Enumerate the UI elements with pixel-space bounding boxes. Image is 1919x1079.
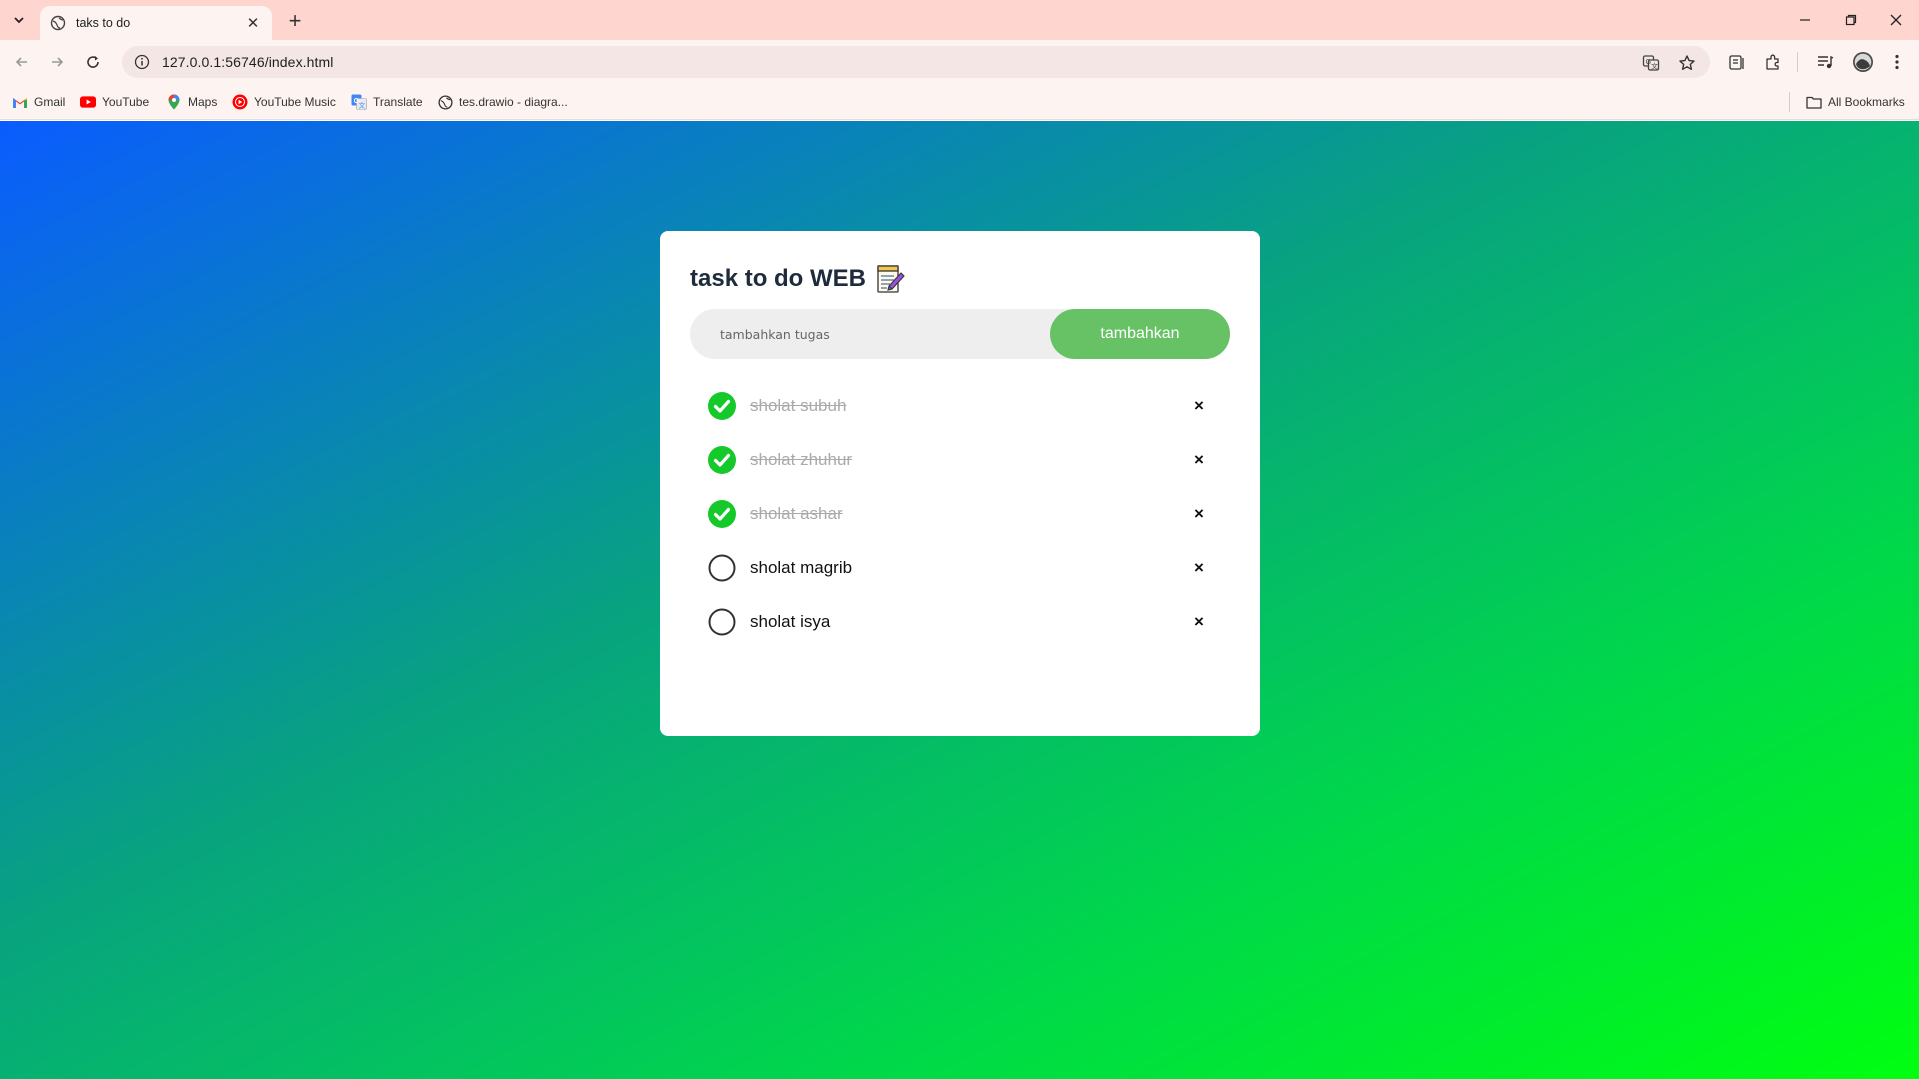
- browser-toolbar: 127.0.0.1:56746/index.html G文: [0, 40, 1919, 84]
- bookmark-star-icon[interactable]: [1678, 54, 1696, 72]
- browser-menu-icon[interactable]: [1888, 53, 1906, 71]
- task-item[interactable]: sholat zhuhur ×: [690, 433, 1230, 487]
- toolbar-separator: [1797, 52, 1798, 72]
- browser-tab-active[interactable]: taks to do ✕: [40, 6, 272, 40]
- bookmark-maps[interactable]: Maps: [166, 91, 217, 113]
- app-title-text: task to do WEB: [690, 265, 867, 292]
- close-icon: [1890, 14, 1902, 26]
- site-info-icon[interactable]: [134, 54, 150, 70]
- media-control-icon[interactable]: [1816, 53, 1834, 71]
- task-item[interactable]: sholat magrib ×: [690, 541, 1230, 595]
- notepad-icon: [876, 263, 906, 295]
- tab-title: taks to do: [76, 16, 131, 30]
- reading-list-icon[interactable]: [1728, 53, 1746, 71]
- bookmark-gmail[interactable]: Gmail: [12, 91, 65, 113]
- task-item[interactable]: sholat isya ×: [690, 595, 1230, 649]
- task-item[interactable]: sholat ashar ×: [690, 487, 1230, 541]
- extensions-icon[interactable]: [1764, 53, 1782, 71]
- svg-text:文: 文: [1651, 61, 1658, 70]
- add-task-form: tambahkan: [690, 309, 1230, 359]
- bookmark-label: YouTube: [102, 95, 150, 109]
- chevron-down-icon: [14, 17, 24, 24]
- task-label: sholat isya: [750, 612, 831, 631]
- url-text: 127.0.0.1:56746/index.html: [162, 54, 334, 70]
- task-label: sholat subuh: [750, 396, 847, 415]
- close-window-button[interactable]: [1873, 0, 1919, 40]
- bookmark-label: YouTube Music: [254, 95, 336, 109]
- address-bar[interactable]: 127.0.0.1:56746/index.html G文: [122, 46, 1710, 78]
- tab-strip: taks to do ✕ +: [0, 0, 1919, 40]
- task-input[interactable]: [690, 309, 1050, 359]
- restore-button[interactable]: [1828, 0, 1874, 40]
- checked-icon[interactable]: [708, 392, 736, 420]
- task-item[interactable]: sholat subuh ×: [690, 379, 1230, 433]
- minimize-button[interactable]: [1782, 0, 1828, 40]
- bookmarks-bar: Gmail YouTube Maps YouTube Music G文 Tran…: [0, 84, 1919, 120]
- translate-page-icon[interactable]: G文: [1642, 54, 1660, 72]
- reload-icon: [87, 56, 99, 68]
- task-list: sholat subuh × sholat zhuhur × sholat as…: [690, 379, 1230, 649]
- bookmark-youtube[interactable]: YouTube: [80, 91, 149, 113]
- arrow-left-icon: [15, 57, 27, 67]
- remove-task-button[interactable]: ×: [1188, 611, 1210, 633]
- svg-text:文: 文: [359, 100, 366, 109]
- maps-icon: [166, 94, 182, 110]
- bookmark-label: tes.drawio - diagra...: [459, 95, 568, 109]
- remove-task-button[interactable]: ×: [1188, 503, 1210, 525]
- reload-button[interactable]: [80, 49, 106, 75]
- page-background: task to do WEB tambahkan sholat su: [0, 121, 1919, 1079]
- all-bookmarks-button[interactable]: All Bookmarks: [1806, 91, 1905, 113]
- folder-icon: [1806, 94, 1822, 110]
- checked-icon[interactable]: [708, 446, 736, 474]
- new-tab-button[interactable]: +: [282, 8, 308, 34]
- task-label: sholat magrib: [750, 558, 853, 577]
- arrow-right-icon: [52, 57, 64, 67]
- tab-search-button[interactable]: [6, 8, 32, 32]
- bookmarks-separator: [1789, 92, 1790, 112]
- bookmark-translate[interactable]: G文 Translate: [351, 91, 423, 113]
- unchecked-circle-icon[interactable]: [708, 554, 736, 582]
- forward-button[interactable]: [44, 49, 70, 75]
- remove-task-button[interactable]: ×: [1188, 395, 1210, 417]
- tab-close-icon[interactable]: ✕: [244, 14, 262, 32]
- todo-card: task to do WEB tambahkan sholat su: [660, 231, 1260, 736]
- translate-icon: G文: [351, 94, 367, 110]
- profile-avatar-icon[interactable]: [1852, 51, 1874, 73]
- gmail-icon: [12, 94, 28, 110]
- task-label: sholat ashar: [750, 504, 843, 523]
- all-bookmarks-label: All Bookmarks: [1828, 95, 1905, 109]
- remove-task-button[interactable]: ×: [1188, 449, 1210, 471]
- task-label: sholat zhuhur: [750, 450, 853, 469]
- minimize-icon: [1800, 19, 1810, 21]
- youtube-music-icon: [232, 94, 248, 110]
- unchecked-circle-icon[interactable]: [708, 608, 736, 636]
- globe-icon: [437, 94, 453, 110]
- checked-icon[interactable]: [708, 500, 736, 528]
- globe-icon: [50, 15, 66, 31]
- bookmark-youtube-music[interactable]: YouTube Music: [232, 91, 336, 113]
- restore-icon: [1845, 14, 1857, 26]
- app-title: task to do WEB: [690, 259, 1230, 299]
- youtube-icon: [80, 94, 96, 110]
- bookmark-drawio[interactable]: tes.drawio - diagra...: [437, 91, 568, 113]
- remove-task-button[interactable]: ×: [1188, 557, 1210, 579]
- bookmark-label: Translate: [373, 95, 423, 109]
- back-button[interactable]: [9, 49, 35, 75]
- bookmark-label: Maps: [188, 95, 218, 109]
- bookmark-label: Gmail: [34, 95, 66, 109]
- add-task-button[interactable]: tambahkan: [1050, 309, 1230, 359]
